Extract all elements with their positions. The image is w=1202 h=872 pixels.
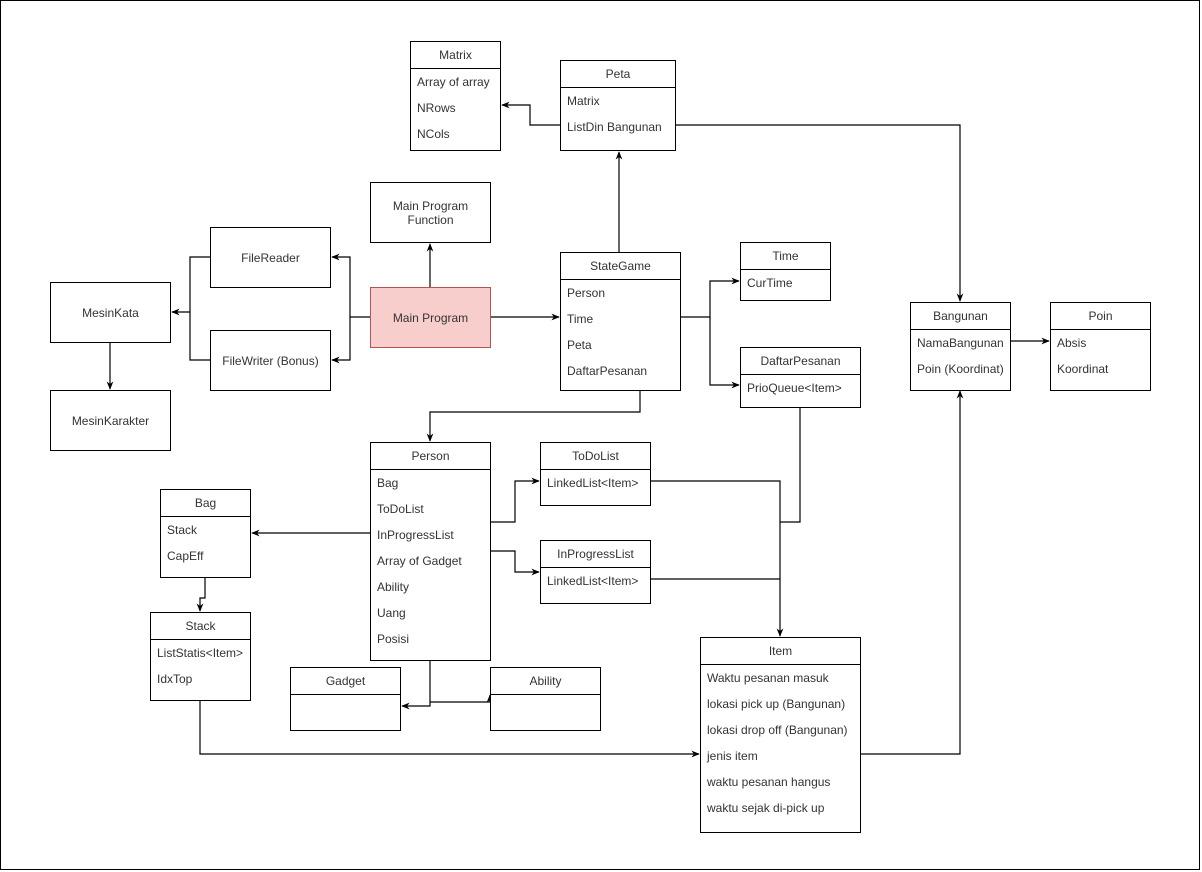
field: lokasi drop off (Bangunan) [707,723,848,737]
box-mesin-kata[interactable]: MesinKata [50,282,171,343]
class-ability-title: Ability [491,668,600,695]
class-state-game-title: StateGame [561,253,680,280]
field: CapEff [167,549,204,563]
field: Array of Gadget [377,554,462,568]
class-daftar-pesanan-title: DaftarPesanan [741,348,860,375]
field: Peta [567,338,592,352]
field: ListStatis<Item> [157,646,244,660]
field: waktu sejak di-pick up [707,801,825,815]
field: Ability [377,580,410,594]
class-matrix[interactable]: Matrix Array of array NRows NCols [410,41,501,151]
field: Uang [377,606,406,620]
field: LinkedList<Item> [547,476,639,490]
field: Person [567,286,606,300]
field: InProgressList [377,528,454,542]
field: Matrix [567,94,600,108]
field: Posisi [377,632,410,646]
field: CurTime [747,276,793,290]
class-time-title: Time [741,243,830,270]
field: Koordinat [1057,362,1109,376]
field: DaftarPesanan [567,364,648,378]
class-gadget[interactable]: Gadget [290,667,401,731]
class-in-progress-list-title: InProgressList [541,541,650,568]
box-main-program-function[interactable]: Main Program Function [370,182,491,243]
box-file-writer[interactable]: FileWriter (Bonus) [210,330,331,391]
class-state-game[interactable]: StateGame Person Time Peta DaftarPesanan [560,252,681,391]
class-in-progress-list[interactable]: InProgressList LinkedList<Item> [540,540,651,604]
box-label: MesinKata [82,305,139,320]
box-label: FileWriter (Bonus) [222,353,319,368]
class-peta[interactable]: Peta Matrix ListDin Bangunan [560,60,676,151]
class-item-title: Item [701,638,860,665]
class-bangunan[interactable]: Bangunan NamaBangunan Poin (Koordinat) [910,302,1011,391]
field: ListDin Bangunan [567,120,662,134]
class-daftar-pesanan[interactable]: DaftarPesanan PrioQueue<Item> [740,347,861,408]
class-todo-list-title: ToDoList [541,443,650,470]
class-bangunan-title: Bangunan [911,303,1010,330]
class-item[interactable]: Item Waktu pesanan masuk lokasi pick up … [700,637,861,833]
class-time[interactable]: Time CurTime [740,242,831,301]
field: NamaBangunan [917,336,1004,350]
class-stack-title: Stack [151,613,250,640]
field: Waktu pesanan masuk [707,671,829,685]
field: Stack [167,523,198,537]
field: NRows [417,101,456,115]
field: IdxTop [157,672,193,686]
class-person-title: Person [371,443,490,470]
field: Array of array [417,75,490,89]
class-poin[interactable]: Poin Absis Koordinat [1050,302,1151,391]
class-bag[interactable]: Bag Stack CapEff [160,489,251,578]
box-label: FileReader [241,250,300,265]
box-label: Main Program Function [392,198,469,227]
box-mesin-karakter[interactable]: MesinKarakter [50,390,171,451]
field: Bag [377,476,399,490]
class-peta-title: Peta [561,61,675,88]
field: Absis [1057,336,1087,350]
class-person[interactable]: Person Bag ToDoList InProgressList Array… [370,442,491,661]
field: ToDoList [377,502,424,516]
box-label: MesinKarakter [71,413,150,428]
box-main-program[interactable]: Main Program [370,287,491,348]
class-poin-title: Poin [1051,303,1150,330]
class-stack[interactable]: Stack ListStatis<Item> IdxTop [150,612,251,701]
box-label: Main Program [392,310,469,325]
field: LinkedList<Item> [547,574,639,588]
class-matrix-title: Matrix [411,42,500,69]
field: PrioQueue<Item> [747,381,842,395]
field: lokasi pick up (Bangunan) [707,697,846,711]
box-file-reader[interactable]: FileReader [210,227,331,288]
class-bag-title: Bag [161,490,250,517]
class-gadget-title: Gadget [291,668,400,695]
field: Time [567,312,594,326]
class-ability[interactable]: Ability [490,667,601,731]
field: jenis item [707,749,758,763]
class-todo-list[interactable]: ToDoList LinkedList<Item> [540,442,651,506]
field: Poin (Koordinat) [917,362,1004,376]
field: NCols [417,127,450,141]
field: waktu pesanan hangus [707,775,831,789]
